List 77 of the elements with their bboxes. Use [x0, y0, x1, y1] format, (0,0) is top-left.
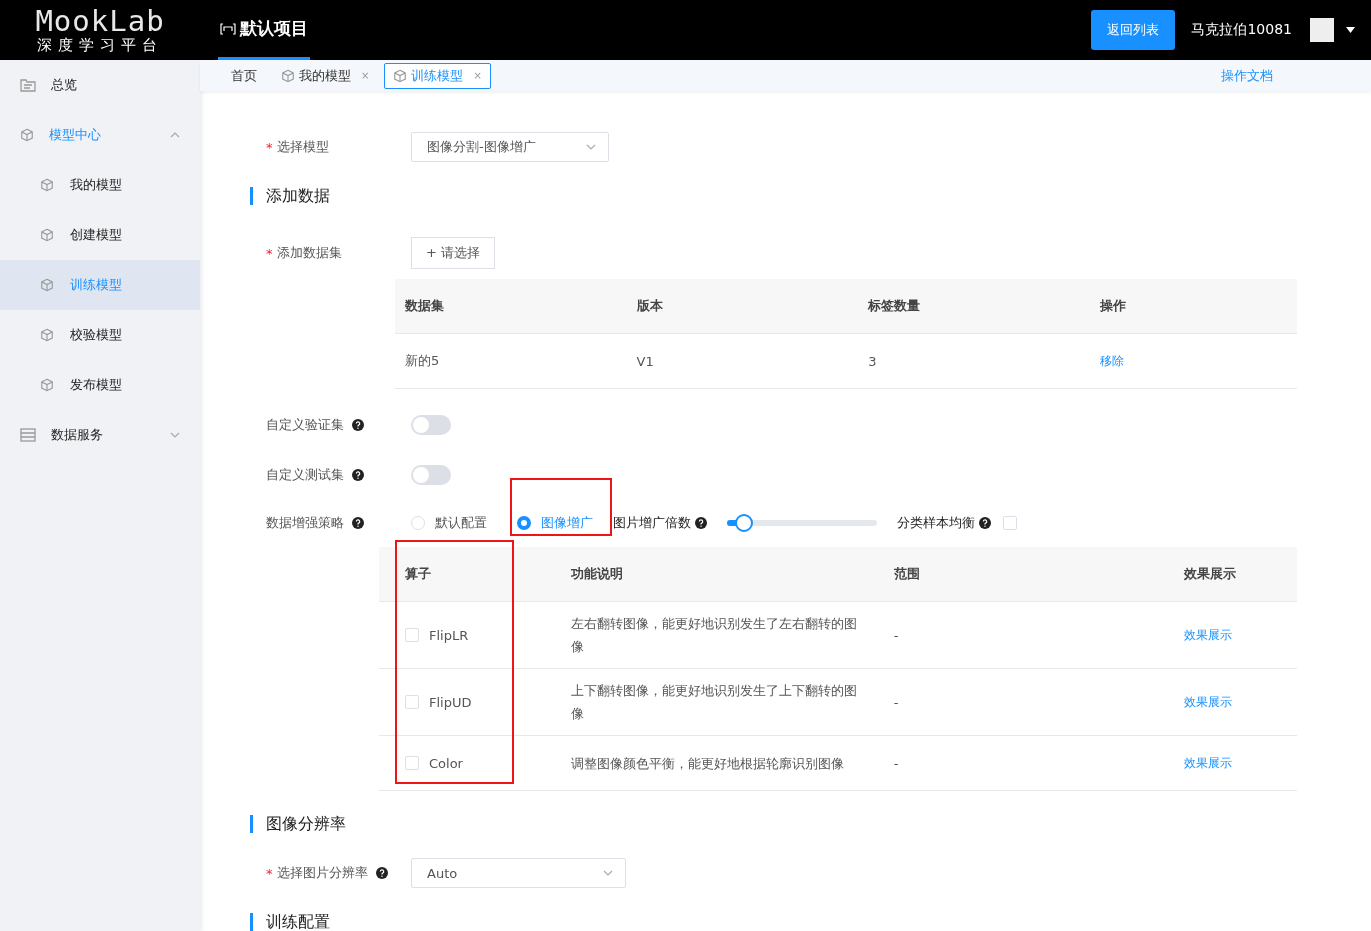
- toggle-switch[interactable]: [411, 465, 451, 485]
- sidebar-item[interactable]: 发布模型: [0, 360, 200, 410]
- field-label: 图片增广倍数: [613, 514, 691, 532]
- field-label: 数据增强策略: [250, 514, 411, 532]
- sidebar-item[interactable]: 创建模型: [0, 210, 200, 260]
- operator-name: Color: [429, 755, 463, 771]
- help-icon: [375, 867, 388, 879]
- help-icon: [352, 517, 364, 529]
- resolution-select[interactable]: Auto: [411, 858, 626, 888]
- column-header: 范围: [883, 547, 1174, 602]
- section-title: 训练配置: [250, 913, 1313, 931]
- column-header: 版本: [626, 279, 859, 334]
- table-cell: -: [883, 735, 1174, 791]
- avatar[interactable]: [1310, 18, 1334, 42]
- field-label: 分类样本均衡: [897, 514, 975, 532]
- cube-icon: [40, 228, 54, 242]
- logo-title: MookLab: [35, 6, 165, 36]
- help-icon: [979, 517, 991, 529]
- table-cell-text: 左右翻转图像，能更好地识别发生了左右翻转的图像: [570, 615, 858, 656]
- table-cell: V1: [626, 333, 859, 389]
- cube-icon: [40, 178, 54, 192]
- help-icon: [695, 517, 707, 529]
- table-cell: 新的5: [395, 333, 627, 389]
- table-cell: -: [883, 668, 1174, 736]
- cube-icon: [393, 68, 408, 83]
- chevron-icon: [603, 870, 613, 876]
- list-icon: [20, 428, 36, 442]
- checkbox[interactable]: [405, 695, 419, 709]
- caret-icon[interactable]: [1346, 27, 1355, 33]
- toggle-switch[interactable]: [411, 415, 451, 435]
- field-label: 自定义测试集: [250, 466, 411, 484]
- sidebar-item[interactable]: 数据服务: [0, 410, 200, 460]
- table-cell-text: 上下翻转图像，能更好地识别发生了上下翻转的图像: [570, 682, 858, 723]
- checkbox[interactable]: [405, 756, 419, 770]
- model-select[interactable]: 图像分割-图像增广: [411, 132, 609, 162]
- chevron-icon: [170, 432, 180, 438]
- chevron-icon: [170, 132, 180, 138]
- help-icon: [352, 419, 364, 431]
- section-title: 添加数据: [250, 187, 1313, 205]
- cube-icon: [40, 378, 54, 392]
- table-cell: -: [883, 601, 1174, 669]
- chevron-icon: [586, 144, 596, 150]
- table-cell-text: 调整图像颜色平衡，能更好地根据轮廓识别图像: [570, 754, 845, 773]
- select-button[interactable]: + 请选择: [411, 237, 496, 269]
- slider-thumb[interactable]: [734, 514, 753, 532]
- section-title: 图像分辨率: [250, 815, 1313, 833]
- column-header: 功能说明: [560, 547, 884, 602]
- field-label: * 选择模型: [265, 138, 330, 156]
- sidebar-item[interactable]: 我的模型: [0, 160, 200, 210]
- table-cell: 3: [858, 333, 1090, 389]
- radio-option[interactable]: 默认配置: [411, 514, 487, 532]
- project-icon: [220, 22, 236, 35]
- logo-subtitle: 深度学习平台: [37, 36, 163, 54]
- tab[interactable]: 首页: [222, 62, 266, 89]
- user-name[interactable]: 马克拉伯10081: [1191, 21, 1292, 39]
- cube-icon: [281, 68, 295, 83]
- cube-icon: [40, 278, 54, 292]
- project-name: 默认项目: [240, 17, 308, 40]
- checkbox[interactable]: [405, 628, 419, 642]
- column-header: 效果展示: [1173, 547, 1297, 602]
- field-label: 自定义验证集: [250, 416, 411, 434]
- field-label: * 添加数据集: [265, 244, 343, 262]
- column-header: 标签数量: [858, 279, 1090, 334]
- column-header: 操作: [1089, 279, 1297, 334]
- column-header: 数据集: [395, 279, 627, 334]
- folder-icon: [20, 78, 36, 92]
- sidebar-item[interactable]: 校验模型: [0, 310, 200, 360]
- tab[interactable]: 我的模型 ×: [272, 62, 379, 89]
- checkbox[interactable]: [1003, 516, 1017, 530]
- operator-name: FlipLR: [429, 627, 469, 643]
- column-header: 算子: [379, 547, 561, 602]
- cube-icon: [20, 128, 34, 142]
- cube-icon: [40, 328, 54, 342]
- operator-name: FlipUD: [429, 694, 472, 710]
- field-label: * 选择图片分辨率: [250, 864, 411, 882]
- help-icon: [352, 469, 364, 481]
- sidebar-item[interactable]: 总览: [0, 60, 200, 110]
